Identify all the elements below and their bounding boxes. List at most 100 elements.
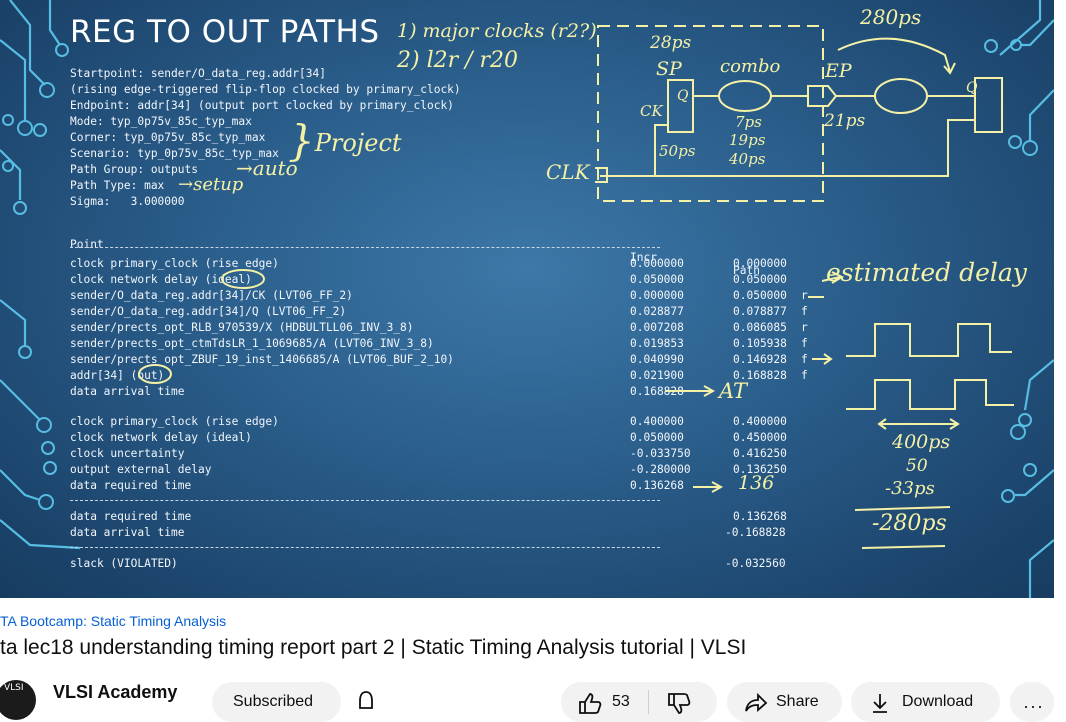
required-row: clock primary_clock (rise edge) 0.400000 0…: [70, 415, 850, 431]
playlist-link[interactable]: TA Bootcamp: Static Timing Analysis: [0, 613, 226, 629]
note-sp: SP: [656, 58, 682, 80]
timing-report: Startpoint: sender/O_data_reg.addr[34] (…: [70, 0, 870, 598]
note-280ps: 280ps: [860, 5, 922, 29]
channel-name[interactable]: VLSI Academy: [53, 682, 177, 703]
note-auto: →auto: [236, 156, 298, 180]
note-minus-280ps: -280ps: [872, 511, 947, 536]
arrival-row: clock network delay (ideal) 0.050000 0.050…: [70, 273, 850, 289]
row-incr: 0.019853: [630, 337, 684, 350]
arrival-row: sender/prects_opt_ctmTdsLR_1_1069685/A (…: [70, 337, 850, 353]
row-flag: r: [801, 289, 808, 302]
row-path: 0.450000: [733, 431, 787, 444]
divider: [70, 547, 660, 548]
row-point: output external delay: [70, 463, 212, 476]
note-auto-label: auto: [252, 156, 298, 180]
video-title: ta lec18 understanding timing report par…: [0, 636, 747, 659]
row-point: sender/O_data_reg.addr[34]/CK (LVT06_FF_…: [70, 289, 353, 302]
row-path: 0.416250: [733, 447, 787, 460]
row-path: 0.078877: [733, 305, 787, 318]
arrival-row: sender/O_data_reg.addr[34]/Q (LVT06_FF_2…: [70, 305, 850, 321]
note-50ps: 50ps: [659, 142, 696, 160]
note-project: }Project: [288, 116, 402, 165]
row-path: 0.146928: [733, 353, 787, 366]
sigma-line: Sigma: 3.000000: [70, 195, 185, 208]
note-setup: →setup: [178, 174, 244, 195]
note-project-label: Project: [314, 129, 402, 157]
download-icon: [868, 691, 892, 720]
row-incr: 0.050000: [630, 273, 684, 286]
arrival-row: sender/O_data_reg.addr[34]/CK (LVT06_FF_…: [70, 289, 850, 305]
video-player[interactable]: REG TO OUT PATHS Startpoint: sender/O_da…: [0, 0, 1054, 598]
like-dislike-group: 53: [561, 682, 717, 722]
share-button[interactable]: Share: [727, 682, 842, 722]
row-flag: r: [801, 321, 808, 334]
row-path: -0.168828: [725, 526, 786, 539]
note-50: 50: [906, 456, 928, 476]
note-136: 136: [738, 472, 775, 494]
bell-icon[interactable]: [356, 690, 376, 710]
note-7ps: 7ps: [735, 113, 762, 131]
row-incr: 0.040990: [630, 353, 684, 366]
summary-row: data required time 0.136268: [70, 510, 850, 526]
dislike-icon[interactable]: [666, 691, 692, 720]
startpoint-line: Startpoint: sender/O_data_reg.addr[34]: [70, 67, 326, 80]
row-point: sender/prects_opt_RLB_970539/X (HDBULTLL…: [70, 321, 414, 334]
row-point: sender/prects_opt_ZBUF_19_inst_1406685/A…: [70, 353, 454, 366]
note-setup-label: setup: [193, 174, 244, 195]
row-flag: f: [801, 353, 808, 366]
note-estimated-delay: estimated delay: [826, 258, 1027, 287]
row-path: 0.050000: [733, 273, 787, 286]
row-incr: -0.280000: [630, 463, 691, 476]
row-path: 0.105938: [733, 337, 787, 350]
row-flag: f: [801, 337, 808, 350]
row-path: -0.032560: [725, 557, 786, 570]
required-row: data required time 0.136268: [70, 479, 850, 495]
note-21ps: 21ps: [824, 111, 866, 131]
corner-line: Corner: typ_0p75v_85c_typ_max: [70, 131, 266, 144]
note-clk: CLK: [546, 160, 590, 184]
note-major-clocks: 1) major clocks (r2?): [397, 20, 597, 42]
like-icon[interactable]: [577, 691, 603, 720]
note-combo: combo: [720, 56, 781, 77]
like-count[interactable]: 53: [612, 693, 630, 711]
path-type-line: Path Type: max: [70, 179, 165, 192]
subscribe-button[interactable]: Subscribed: [212, 682, 341, 722]
note-19ps: 19ps: [729, 131, 766, 149]
row-incr: 0.050000: [630, 431, 684, 444]
required-row: output external delay -0.280000 0.136250: [70, 463, 850, 479]
slack-row: slack (VIOLATED) -0.032560: [70, 557, 850, 573]
row-incr: 0.168828: [630, 385, 684, 398]
required-row: clock uncertainty -0.033750 0.416250: [70, 447, 850, 463]
endpoint-line: Endpoint: addr[34] (output port clocked …: [70, 99, 454, 112]
row-incr: 0.021900: [630, 369, 684, 382]
row-incr: 0.400000: [630, 415, 684, 428]
note-40ps: 40ps: [729, 150, 766, 168]
row-path: 0.050000: [733, 289, 787, 302]
share-label: Share: [776, 693, 819, 710]
note-l2r: 2) l2r / r20: [397, 48, 519, 73]
row-path: 0.136268: [733, 510, 787, 523]
row-point: sender/prects_opt_ctmTdsLR_1_1069685/A (…: [70, 337, 434, 350]
row-point: data required time: [70, 479, 192, 492]
avatar-text: VLSI: [4, 683, 24, 693]
required-row: clock network delay (ideal) 0.050000 0.450…: [70, 431, 850, 447]
channel-avatar[interactable]: VLSI: [0, 680, 36, 720]
row-path: 0.086085: [733, 321, 787, 334]
row-flag: f: [801, 369, 808, 382]
note-28ps: 28ps: [650, 33, 692, 53]
row-point: data arrival time: [70, 385, 185, 398]
column-header: Point Incr Path: [70, 225, 850, 277]
note-q1: Q: [677, 88, 689, 104]
row-path: 0.000000: [733, 257, 787, 270]
subscribe-label: Subscribed: [233, 693, 314, 710]
divider: [70, 247, 660, 248]
arrival-row: sender/prects_opt_ZBUF_19_inst_1406685/A…: [70, 353, 850, 369]
row-point: addr[34] (out): [70, 369, 165, 382]
row-incr: 0.136268: [630, 479, 684, 492]
summary-row: data arrival time -0.168828: [70, 526, 850, 542]
row-incr: 0.000000: [630, 257, 684, 270]
more-actions-button[interactable]: ···: [1010, 682, 1054, 722]
note-q2: Q: [966, 80, 978, 96]
row-point: clock primary_clock (rise edge): [70, 257, 279, 270]
download-button[interactable]: Download: [851, 682, 1000, 722]
